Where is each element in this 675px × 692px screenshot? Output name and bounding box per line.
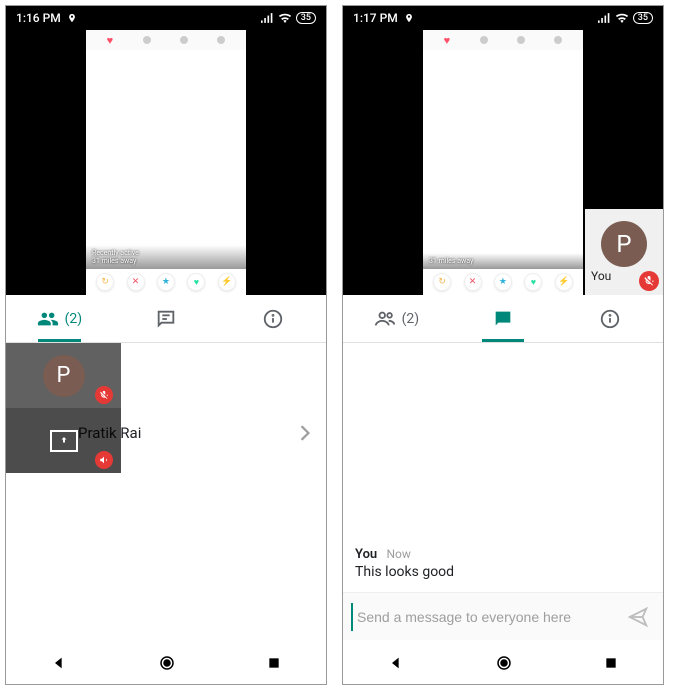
people-icon	[374, 308, 396, 330]
rewind-icon: ↻	[96, 273, 114, 291]
phone-left: 1:16 PM 35 ♥ Recently active 31 mile	[5, 5, 327, 685]
location-icon	[404, 13, 414, 23]
tab-bar: (2)	[6, 295, 326, 343]
nav-home-icon[interactable]	[158, 654, 176, 672]
nav-recents-icon[interactable]	[604, 656, 618, 670]
shared-app-content: ♥ 31 miles away ↻ ✕ ★ ♥ ⚡	[423, 30, 583, 295]
tab-dot-icon	[517, 36, 525, 44]
status-time: 1:16 PM	[16, 11, 61, 25]
people-panel: Pratik Rai P	[6, 343, 326, 640]
rewind-icon: ↻	[433, 273, 451, 291]
status-time: 1:17 PM	[353, 11, 398, 25]
flame-icon: ♥	[444, 34, 451, 47]
chat-icon	[155, 308, 177, 330]
tab-dot-icon	[217, 36, 225, 44]
message-sender: You	[355, 547, 377, 562]
profile-distance: 31 miles away	[92, 257, 240, 265]
tab-dot-icon	[480, 36, 488, 44]
profile-caption: 31 miles away	[423, 253, 583, 269]
profile-caption: Recently active 31 miles away	[86, 245, 246, 269]
self-video-tile[interactable]: P You	[585, 209, 663, 295]
like-icon: ♥	[187, 273, 205, 291]
tab-dot-icon	[554, 36, 562, 44]
send-icon	[627, 606, 649, 628]
nav-back-icon[interactable]	[51, 655, 67, 671]
battery-icon: 35	[296, 12, 316, 24]
shared-app-topbar: ♥	[86, 30, 246, 50]
avatar: P	[43, 355, 85, 397]
boost-icon: ⚡	[218, 273, 236, 291]
swipe-buttons: ↻ ✕ ★ ♥ ⚡	[423, 269, 583, 295]
boost-icon: ⚡	[555, 273, 573, 291]
people-count: (2)	[65, 311, 83, 327]
flame-icon: ♥	[107, 34, 114, 47]
compose-bar	[343, 592, 663, 640]
message-body: This looks good	[355, 564, 651, 580]
profile-status: Recently active	[92, 249, 240, 257]
people-count: (2)	[402, 311, 420, 327]
chevron-right-icon	[300, 425, 310, 441]
nope-icon: ✕	[464, 273, 482, 291]
tab-dot-icon	[143, 36, 151, 44]
wifi-icon	[278, 13, 292, 23]
participant-preview-overlay: P	[6, 343, 121, 473]
nav-back-icon[interactable]	[388, 655, 404, 671]
tab-info[interactable]	[219, 295, 326, 342]
status-bar: 1:17 PM 35	[343, 6, 663, 30]
android-nav-bar	[343, 640, 663, 684]
nav-recents-icon[interactable]	[267, 656, 281, 670]
superlike-icon: ★	[494, 273, 512, 291]
signal-icon	[261, 13, 274, 23]
send-button[interactable]	[621, 600, 655, 634]
nav-home-icon[interactable]	[495, 654, 513, 672]
preview-self-tile[interactable]: P	[6, 343, 121, 408]
info-icon	[262, 308, 284, 330]
android-nav-bar	[6, 640, 326, 684]
nope-icon: ✕	[127, 273, 145, 291]
swipe-buttons: ↻ ✕ ★ ♥ ⚡	[86, 269, 246, 295]
info-icon	[599, 308, 621, 330]
avatar: P	[601, 221, 647, 267]
tab-dot-icon	[180, 36, 188, 44]
message-item: You Now This looks good	[355, 547, 651, 580]
preview-sharing-tile[interactable]	[6, 408, 121, 473]
tab-people[interactable]: (2)	[6, 295, 113, 342]
message-input[interactable]	[351, 603, 621, 631]
profile-distance: 31 miles away	[429, 257, 577, 265]
tab-bar: (2)	[343, 295, 663, 343]
chat-icon	[492, 308, 514, 330]
tab-chat[interactable]	[450, 295, 557, 342]
screen-share-icon	[50, 430, 78, 452]
tab-info[interactable]	[556, 295, 663, 342]
muted-icon	[639, 271, 659, 291]
phone-right: 1:17 PM 35 ♥ 31 miles away	[342, 5, 664, 685]
muted-icon	[95, 386, 113, 404]
muted-icon	[95, 451, 113, 469]
shared-screen-area: ♥ 31 miles away ↻ ✕ ★ ♥ ⚡ P You	[343, 30, 663, 295]
tab-people[interactable]: (2)	[343, 295, 450, 342]
superlike-icon: ★	[157, 273, 175, 291]
shared-app-topbar: ♥	[423, 30, 583, 50]
people-icon	[37, 308, 59, 330]
shared-app-content: ♥ Recently active 31 miles away ↻ ✕ ★ ♥ …	[86, 30, 246, 295]
wifi-icon	[615, 13, 629, 23]
self-label: You	[585, 269, 611, 283]
like-icon: ♥	[524, 273, 542, 291]
battery-icon: 35	[633, 12, 653, 24]
location-icon	[67, 13, 77, 23]
message-time: Now	[386, 547, 410, 561]
shared-screen-area: ♥ Recently active 31 miles away ↻ ✕ ★ ♥ …	[6, 30, 326, 295]
message-list[interactable]: You Now This looks good	[343, 343, 663, 592]
status-bar: 1:16 PM 35	[6, 6, 326, 30]
chat-panel: You Now This looks good	[343, 343, 663, 640]
tab-chat[interactable]	[113, 295, 220, 342]
signal-icon	[598, 13, 611, 23]
